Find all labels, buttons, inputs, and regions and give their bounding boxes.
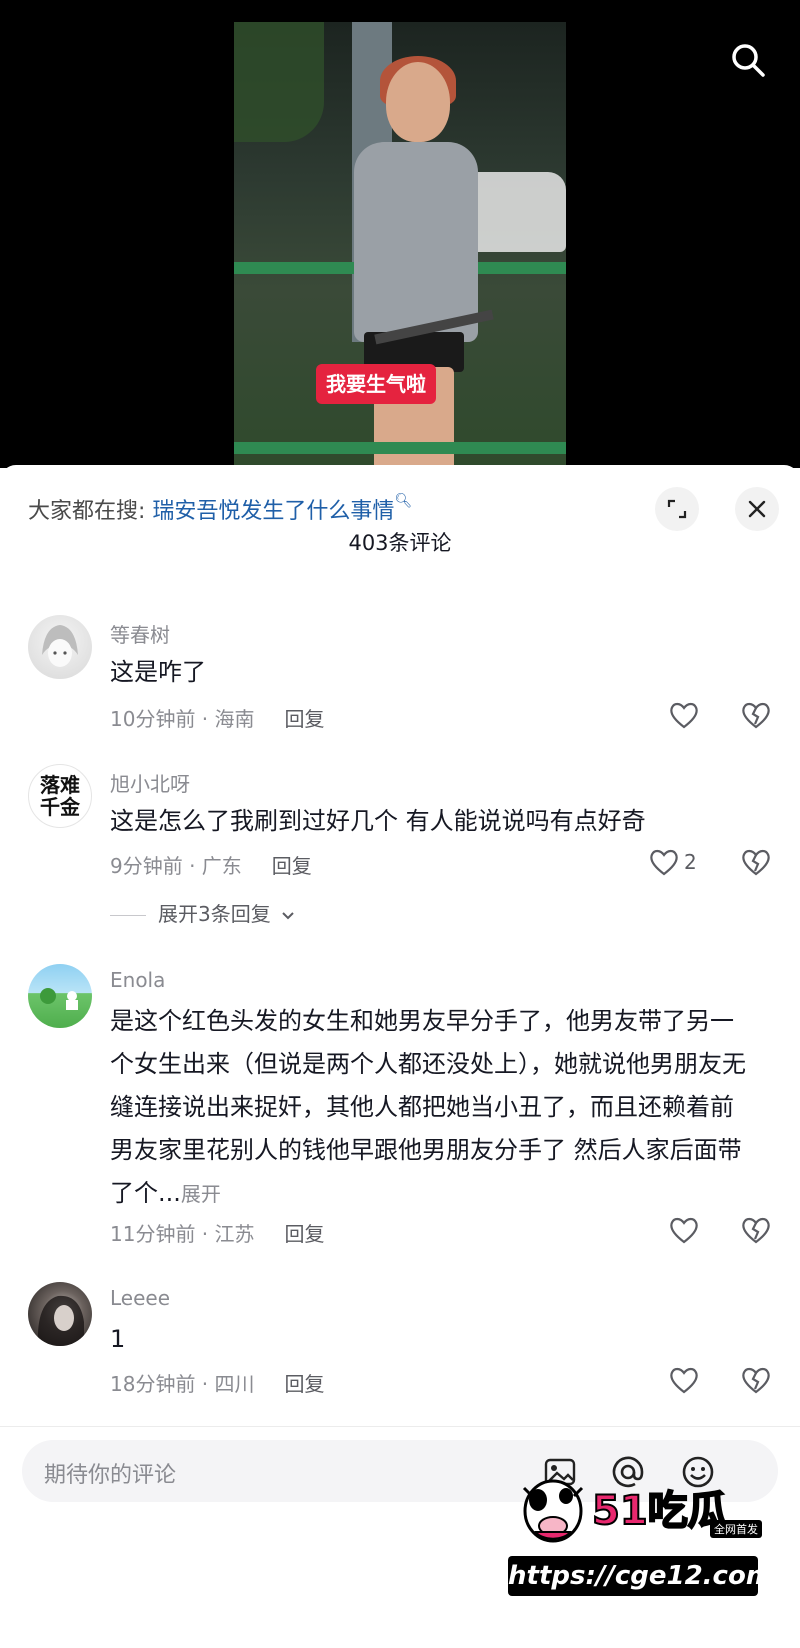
expand-text-button[interactable]: 展开 — [181, 1182, 221, 1206]
expand-button[interactable] — [655, 487, 699, 531]
avatar-text: 落难千金 — [40, 773, 80, 819]
comment-time-location: 10分钟前 · 海南 — [110, 707, 255, 731]
comment-time-location: 9分钟前 · 广东 — [110, 854, 242, 878]
reply-button[interactable]: 回复 — [285, 1372, 325, 1396]
avatar[interactable]: 落难千金 — [28, 764, 92, 828]
comment-text: 这是咋了 — [110, 658, 206, 686]
comment-text: 1 — [110, 1325, 126, 1353]
video-player[interactable]: 我要生气啦 — [0, 0, 800, 468]
heart-icon[interactable] — [648, 847, 680, 877]
reply-button[interactable]: 回复 — [285, 707, 325, 731]
heart-icon[interactable] — [668, 1215, 700, 1245]
comment-time-location: 18分钟前 · 四川 — [110, 1372, 255, 1396]
comment-time-location: 11分钟前 · 江苏 — [110, 1222, 255, 1246]
reply-button[interactable]: 回复 — [272, 854, 312, 878]
watermark-logo: 51吃瓜 — [591, 1487, 729, 1535]
avatar[interactable] — [28, 964, 92, 1028]
heart-icon[interactable] — [668, 1365, 700, 1395]
search-button[interactable] — [728, 40, 768, 80]
comment-username[interactable]: Leeee — [110, 1286, 170, 1310]
close-icon — [748, 500, 766, 518]
reply-button[interactable]: 回复 — [285, 1222, 325, 1246]
avatar[interactable] — [28, 1282, 92, 1346]
expand-replies-button[interactable]: 展开3条回复 — [110, 898, 295, 927]
hot-search-prefix: 大家都在搜: — [28, 499, 146, 524]
expand-replies-label: 展开3条回复 — [158, 902, 271, 926]
landscape-avatar-icon — [40, 988, 78, 1010]
comment-input-placeholder: 期待你的评论 — [44, 1463, 177, 1488]
chevron-down-icon — [282, 912, 294, 920]
input-divider — [0, 1426, 800, 1427]
search-icon — [732, 44, 765, 77]
comment-meta: 9分钟前 · 广东 回复 — [110, 850, 312, 879]
watermark-url: https://cge12.com — [508, 1556, 773, 1596]
comment-meta: 10分钟前 · 海南 回复 — [110, 703, 325, 732]
anime-avatar-icon — [42, 625, 78, 667]
close-button[interactable] — [735, 487, 779, 531]
divider-dash — [110, 915, 146, 916]
broken-heart-icon[interactable] — [740, 1215, 772, 1245]
comment-text: 这是怎么了我刷到过好几个 有人能说说吗有点好奇 — [110, 807, 646, 835]
comment-meta: 11分钟前 · 江苏 回复 — [110, 1218, 325, 1247]
person-shirt — [354, 142, 478, 342]
video-person — [334, 56, 478, 468]
watermark-badge: 全网首发 — [710, 1520, 762, 1538]
hot-search-term[interactable]: 瑞安吾悦发生了什么事情 — [152, 499, 394, 524]
comment-username[interactable]: 旭小北呀 — [110, 768, 190, 797]
comment-username[interactable]: 等春树 — [110, 619, 170, 648]
comment-username[interactable]: Enola — [110, 968, 165, 992]
broken-heart-icon[interactable] — [740, 700, 772, 730]
expand-icon — [667, 499, 687, 519]
broken-heart-icon[interactable] — [740, 1365, 772, 1395]
broken-heart-icon[interactable] — [740, 847, 772, 877]
search-small-icon: 🔍︎ — [394, 493, 413, 509]
comment-text-body: 是这个红色头发的女生和她男友早分手了，他男友带了另一个女生出来（但说是两个人都还… — [110, 1007, 746, 1207]
hot-search[interactable]: 大家都在搜: 瑞安吾悦发生了什么事情🔍︎ — [28, 493, 412, 525]
like-count: 2 — [684, 850, 697, 874]
comment-count: 403条评论 — [348, 531, 452, 555]
video-caption: 我要生气啦 — [316, 364, 436, 404]
heart-icon[interactable] — [668, 700, 700, 730]
avatar[interactable] — [28, 615, 92, 679]
watermark: 51吃瓜 全网首发 https://cge12.com — [500, 1458, 800, 1648]
comment-text: 是这个红色头发的女生和她男友早分手了，他男友带了另一个女生出来（但说是两个人都还… — [110, 1000, 750, 1216]
video-fence-front — [234, 442, 566, 454]
video-tree — [234, 22, 324, 142]
portrait-avatar-icon — [37, 1295, 84, 1346]
person-head — [386, 62, 450, 142]
comment-meta: 18分钟前 · 四川 回复 — [110, 1368, 325, 1397]
cow-mascot-icon — [522, 1479, 584, 1543]
